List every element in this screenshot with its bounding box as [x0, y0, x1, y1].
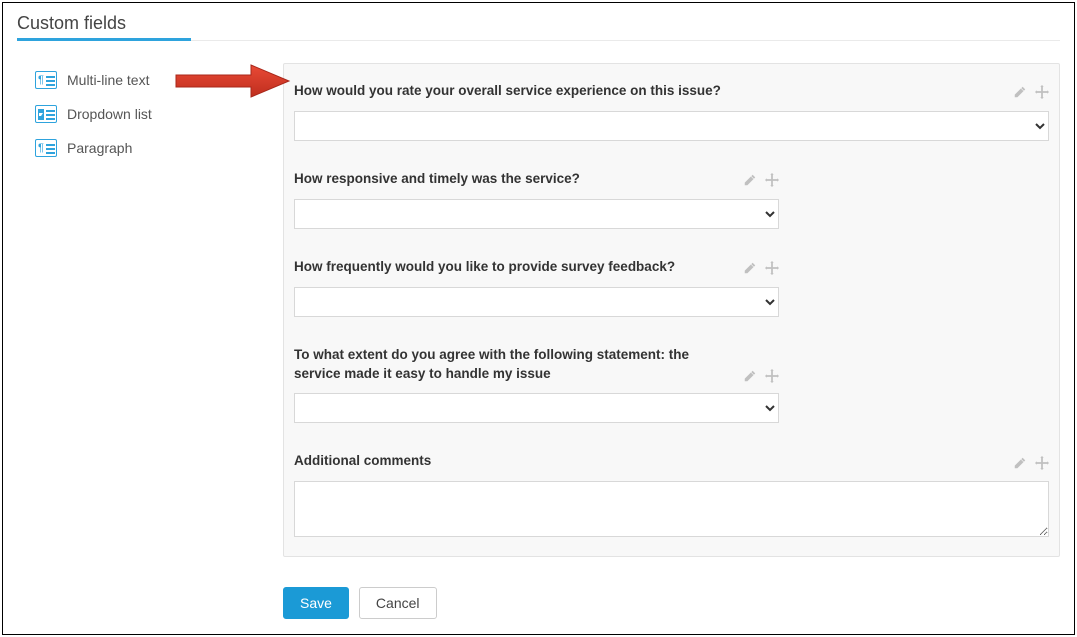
field-actions: [743, 171, 779, 187]
form-buttons: Save Cancel: [283, 587, 1060, 619]
form-field: How frequently would you like to provide…: [294, 246, 1049, 334]
dropdown-list-icon: [35, 105, 57, 123]
cancel-button[interactable]: Cancel: [359, 587, 437, 619]
field-header-row: How responsive and timely was the servic…: [294, 170, 779, 189]
field-question: How would you rate your overall service …: [294, 82, 1005, 101]
field-select[interactable]: [294, 199, 779, 229]
form-field: Additional comments: [294, 440, 1049, 546]
move-icon[interactable]: [1035, 85, 1049, 99]
save-button[interactable]: Save: [283, 587, 349, 619]
field-select[interactable]: [294, 111, 1049, 141]
page-frame: Custom fields ¶ Multi-line text Dropdown…: [2, 2, 1075, 635]
edit-icon[interactable]: [1013, 85, 1027, 99]
move-icon[interactable]: [765, 369, 779, 383]
move-icon[interactable]: [765, 261, 779, 275]
move-icon[interactable]: [765, 173, 779, 187]
field-actions: [1013, 454, 1049, 470]
sidebar-item-paragraph[interactable]: ¶ Paragraph: [35, 131, 283, 165]
field-select[interactable]: [294, 287, 779, 317]
multiline-text-icon: ¶: [35, 71, 57, 89]
form-main: How would you rate your overall service …: [283, 63, 1060, 619]
form-canvas: How would you rate your overall service …: [283, 63, 1060, 557]
edit-icon[interactable]: [743, 261, 757, 275]
two-column-layout: ¶ Multi-line text Dropdown list ¶ Paragr…: [17, 63, 1060, 619]
field-question: How frequently would you like to provide…: [294, 258, 735, 277]
field-question: How responsive and timely was the servic…: [294, 170, 735, 189]
field-textarea[interactable]: [294, 481, 1049, 537]
section-header: Custom fields: [17, 11, 1060, 41]
sidebar-item-label: Paragraph: [67, 140, 132, 156]
field-block: To what extent do you agree with the fol…: [294, 346, 779, 424]
form-field: To what extent do you agree with the fol…: [294, 334, 1049, 441]
field-question: To what extent do you agree with the fol…: [294, 346, 734, 384]
field-select[interactable]: [294, 393, 779, 423]
edit-icon[interactable]: [743, 173, 757, 187]
field-header-row: How would you rate your overall service …: [294, 82, 1049, 101]
edit-icon[interactable]: [1013, 456, 1027, 470]
move-icon[interactable]: [1035, 456, 1049, 470]
section-title-underline: [17, 38, 191, 41]
section-title: Custom fields: [17, 11, 1060, 40]
sidebar-item-label: Multi-line text: [67, 72, 149, 88]
sidebar-item-dropdown-list[interactable]: Dropdown list: [35, 97, 283, 131]
field-actions: [743, 259, 779, 275]
field-question: Additional comments: [294, 452, 1005, 471]
form-field: How responsive and timely was the servic…: [294, 158, 1049, 246]
field-type-palette: ¶ Multi-line text Dropdown list ¶ Paragr…: [17, 63, 283, 165]
field-header-row: Additional comments: [294, 452, 1049, 471]
field-actions: [1013, 83, 1049, 99]
sidebar-item-label: Dropdown list: [67, 106, 152, 122]
edit-icon[interactable]: [743, 369, 757, 383]
sidebar-item-multiline-text[interactable]: ¶ Multi-line text: [35, 63, 283, 97]
field-header-row: How frequently would you like to provide…: [294, 258, 779, 277]
field-actions: [743, 367, 779, 383]
paragraph-icon: ¶: [35, 139, 57, 157]
form-field: How would you rate your overall service …: [294, 70, 1049, 158]
